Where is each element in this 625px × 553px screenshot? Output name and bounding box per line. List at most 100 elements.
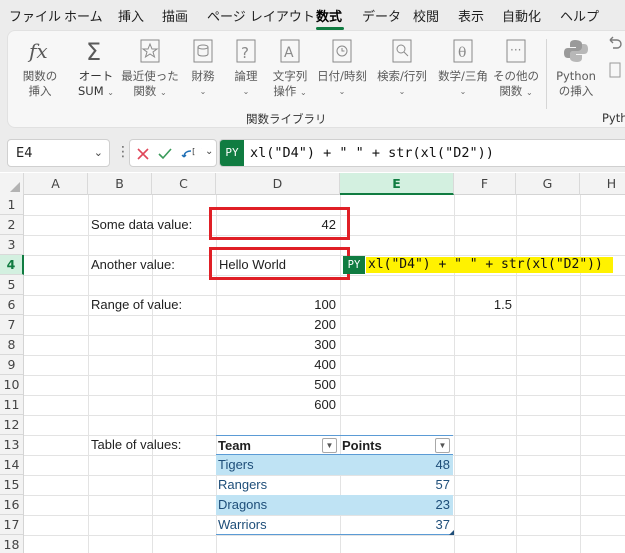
row-header-14[interactable]: 14 <box>0 455 24 475</box>
menu-help[interactable]: ヘルプ <box>560 6 599 25</box>
recent-functions-button[interactable]: 最近使った 関数 ⌄ <box>120 37 180 100</box>
cell-b13[interactable]: Table of values: <box>91 435 181 455</box>
menu-file[interactable]: ファイル <box>9 6 61 25</box>
gridline <box>152 195 153 553</box>
cell-d7[interactable]: 200 <box>216 315 336 335</box>
document-button[interactable] <box>605 61 625 83</box>
check-icon[interactable] <box>157 146 173 162</box>
menu-data[interactable]: データ <box>362 6 401 25</box>
row-header-3[interactable]: 3 <box>0 235 24 255</box>
text-functions-label1: 文字列 <box>272 69 308 83</box>
row-header-15[interactable]: 15 <box>0 475 24 495</box>
insert-python-button[interactable]: Python の挿入 <box>551 37 601 99</box>
table-row[interactable]: Warriors 37 <box>216 515 453 535</box>
row-header-2[interactable]: 2 <box>0 215 24 235</box>
cell-d6[interactable]: 100 <box>216 295 336 315</box>
insert-python-label2: の挿入 <box>558 84 594 98</box>
row-header-5[interactable]: 5 <box>0 275 24 295</box>
row-header-1[interactable]: 1 <box>0 195 24 215</box>
cell-b2[interactable]: Some data value: <box>91 215 192 235</box>
table-row[interactable]: Rangers 57 <box>216 475 453 495</box>
chevron-down-icon: ⌄ <box>242 87 250 96</box>
ribbon-separator <box>546 39 547 109</box>
row-header-10[interactable]: 10 <box>0 375 24 395</box>
menu-home[interactable]: ホーム <box>64 6 103 25</box>
financial-button[interactable]: 財務 ⌄ <box>184 37 222 99</box>
py-badge: PY <box>220 140 244 166</box>
table-row[interactable]: Dragons 23 <box>216 495 453 515</box>
menu-review[interactable]: 校閲 <box>413 6 439 25</box>
row-header-6[interactable]: 6 <box>0 295 24 315</box>
undo-button[interactable] <box>605 35 625 57</box>
table-header-team[interactable]: Team ▼ <box>216 435 340 455</box>
column-header-d[interactable]: D <box>216 173 340 195</box>
lookup-reference-label: 検索/行列 <box>377 69 427 83</box>
column-header-g[interactable]: G <box>516 173 580 195</box>
cell-b6[interactable]: Range of value: <box>91 295 182 315</box>
math-trig-button[interactable]: θ 数学/三角 ⌄ <box>433 37 493 99</box>
gridline <box>580 195 581 553</box>
date-time-button[interactable]: 日付/時刻 ⌄ <box>312 37 372 99</box>
chevron-down-icon: ⌄ <box>459 87 467 96</box>
more-functions-button[interactable]: ··· その他の 関数 ⌄ <box>491 37 541 100</box>
chevron-down-icon[interactable]: ⌄ <box>205 146 213 157</box>
more-options-icon[interactable]: ⋮ <box>116 144 130 160</box>
gridline <box>516 195 517 553</box>
menu-view[interactable]: 表示 <box>458 6 484 25</box>
column-header-a[interactable]: A <box>24 173 88 195</box>
question-icon: ? <box>236 39 256 63</box>
column-header-f[interactable]: F <box>454 173 516 195</box>
insert-function-button[interactable]: fx 関数の 挿入 <box>14 37 66 99</box>
cancel-icon[interactable] <box>135 146 151 162</box>
cell-e4[interactable]: xl("D4") + " " + str(xl("D2")) <box>368 257 603 272</box>
table-row[interactable]: Tigers 48 <box>216 455 453 475</box>
more-functions-label1: その他の <box>493 69 539 83</box>
highlight-box-d2 <box>209 207 350 240</box>
lookup-reference-button[interactable]: 検索/行列 ⌄ <box>372 37 432 99</box>
column-header-e[interactable]: E <box>340 173 454 195</box>
column-header-h[interactable]: H <box>580 173 625 195</box>
row-header-4[interactable]: 4 <box>0 255 24 275</box>
cell-d8[interactable]: 300 <box>216 335 336 355</box>
filter-dropdown-icon[interactable]: ▼ <box>435 438 450 453</box>
row-header-11[interactable]: 11 <box>0 395 24 415</box>
menu-page-layout[interactable]: ページ レイアウト <box>207 6 315 25</box>
row-header-17[interactable]: 17 <box>0 515 24 535</box>
text-functions-button[interactable]: A 文字列 操作 ⌄ <box>266 37 314 100</box>
autosum-button[interactable]: Σ オート SUM ⌄ <box>72 37 120 100</box>
table-resize-handle[interactable] <box>449 530 454 535</box>
cell-b4[interactable]: Another value: <box>91 255 175 275</box>
cell-f6[interactable]: 1.5 <box>454 295 512 315</box>
menu-draw[interactable]: 描画 <box>162 6 188 25</box>
column-header-b[interactable]: B <box>88 173 152 195</box>
row-header-9[interactable]: 9 <box>0 355 24 375</box>
chevron-down-icon: ⌄ <box>93 146 103 159</box>
logical-button[interactable]: ? 論理 ⌄ <box>228 37 264 99</box>
menu-formulas[interactable]: 数式 <box>316 6 342 25</box>
table-cell-points: 37 <box>435 517 450 532</box>
cell-d10[interactable]: 500 <box>216 375 336 395</box>
formula-input[interactable]: PY xl("D4") + " " + str(xl("D2")) <box>219 139 625 167</box>
cell-d11[interactable]: 600 <box>216 395 336 415</box>
menu-automate[interactable]: 自動化 <box>502 6 541 25</box>
row-header-7[interactable]: 7 <box>0 315 24 335</box>
cell-d9[interactable]: 400 <box>216 355 336 375</box>
function-library-group-label: 関数ライブラリ <box>246 112 327 126</box>
column-headers: A B C D E F G H <box>0 173 625 195</box>
row-header-18[interactable]: 18 <box>0 535 24 553</box>
column-header-c[interactable]: C <box>152 173 216 195</box>
menu-insert[interactable]: 挿入 <box>118 6 144 25</box>
filter-dropdown-icon[interactable]: ▼ <box>322 438 337 453</box>
chevron-down-icon: ⌄ <box>199 87 207 96</box>
logical-label: 論理 <box>234 69 258 83</box>
row-header-13[interactable]: 13 <box>0 435 24 455</box>
insert-function-label2: 挿入 <box>28 84 52 98</box>
select-all-button[interactable] <box>0 173 24 195</box>
row-header-12[interactable]: 12 <box>0 415 24 435</box>
row-header-16[interactable]: 16 <box>0 495 24 515</box>
table-header-points[interactable]: Points ▼ <box>340 435 453 455</box>
worksheet-grid[interactable]: A B C D E F G H 1 2 3 4 5 6 7 8 9 10 11 … <box>0 173 625 553</box>
row-header-8[interactable]: 8 <box>0 335 24 355</box>
name-box[interactable]: E4 ⌄ <box>7 139 110 167</box>
python-output-icon[interactable]: [ ] <box>180 145 202 163</box>
